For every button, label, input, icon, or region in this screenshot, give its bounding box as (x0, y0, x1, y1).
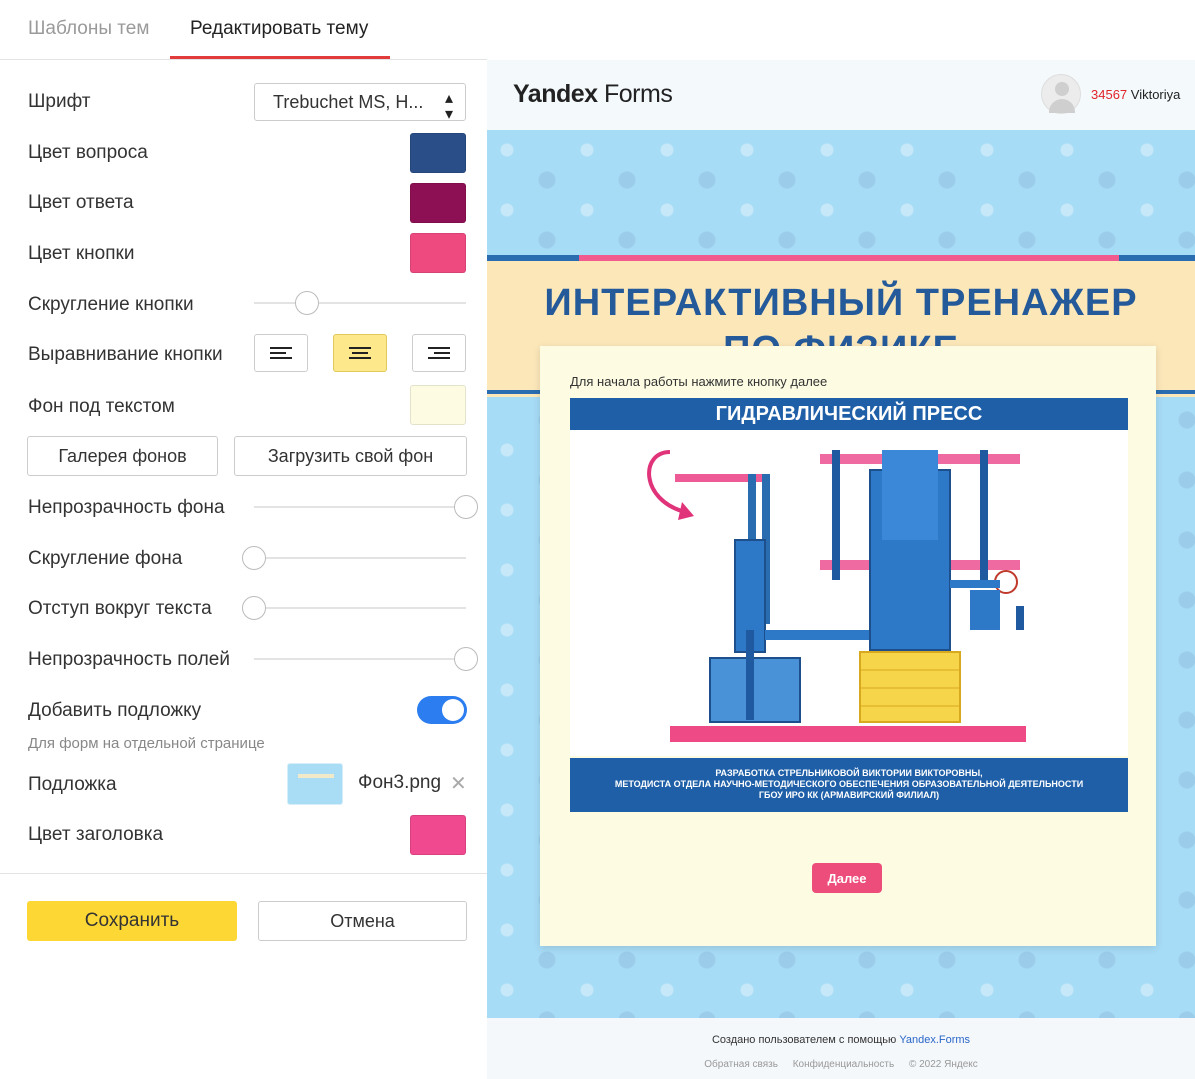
toggle-knob (442, 699, 464, 721)
fields-opacity-slider[interactable] (254, 647, 478, 671)
banner-stripe (487, 255, 1195, 261)
text-bg-label: Фон под текстом (28, 396, 175, 417)
form-preview: Yandex Forms 34567 Viktoriya ИНТЕРАКТИВН… (487, 60, 1195, 1079)
cancel-button[interactable]: Отмена (258, 901, 467, 941)
preview-header: Yandex Forms 34567 Viktoriya (487, 60, 1195, 130)
intro-text: Для начала работы нажмите кнопку далее (570, 374, 828, 389)
answer-color-swatch[interactable] (410, 183, 466, 223)
yandex-forms-link[interactable]: Yandex.Forms (899, 1034, 970, 1046)
next-button[interactable]: Далее (812, 863, 882, 893)
text-padding-label: Отступ вокруг текста (28, 598, 212, 619)
backing-file-label: Подложка (28, 774, 117, 795)
footer-links: Обратная связь Конфиденциальность © 2022… (487, 1059, 1195, 1070)
bg-opacity-label: Непрозрачность фона (28, 497, 225, 518)
backing-hint: Для форм на отдельной странице (28, 735, 265, 752)
text-bg-color-swatch[interactable] (410, 385, 466, 425)
backing-thumbnail[interactable] (287, 763, 343, 805)
align-left-icon (270, 347, 292, 359)
text-padding-slider[interactable] (242, 596, 466, 620)
image-credits: РАЗРАБОТКА СТРЕЛЬНИКОВОЙ ВИКТОРИИ ВИКТОР… (570, 758, 1128, 812)
backing-label: Добавить подложку (28, 700, 202, 721)
slider-knob[interactable] (242, 596, 266, 620)
save-button[interactable]: Сохранить (27, 901, 237, 941)
button-radius-label: Скругление кнопки (28, 294, 194, 315)
bg-radius-slider[interactable] (242, 546, 466, 570)
slider-knob[interactable] (454, 647, 478, 671)
user-name[interactable]: 34567 Viktoriya (1091, 87, 1180, 102)
backing-toggle[interactable] (417, 696, 467, 724)
slider-knob[interactable] (295, 291, 319, 315)
question-color-label: Цвет вопроса (28, 142, 148, 163)
question-color-swatch[interactable] (410, 133, 466, 173)
form-card: Для начала работы нажмите кнопку далее Г… (540, 346, 1156, 946)
button-color-swatch[interactable] (410, 233, 466, 273)
fields-opacity-label: Непрозрачность полей (28, 649, 230, 670)
upload-bg-button[interactable]: Загрузить свой фон (234, 436, 467, 476)
divider (0, 873, 487, 874)
bg-radius-label: Скругление фона (28, 548, 183, 569)
remove-file-icon[interactable]: ✕ (450, 771, 467, 796)
yandex-forms-logo[interactable]: Yandex Forms (513, 80, 673, 109)
slider-knob[interactable] (242, 546, 266, 570)
theme-tabs: Шаблоны тем Редактировать тему (0, 0, 487, 60)
hydraulic-press-illustration (570, 430, 1128, 756)
button-align-label: Выравнивание кнопки (28, 344, 223, 365)
preview-footer: Создано пользователем с помощью Yandex.F… (487, 1018, 1195, 1079)
font-select[interactable]: Trebuchet MS, H... ▴ ▾ (254, 83, 466, 123)
copyright: © 2022 Яндекс (908, 1059, 978, 1070)
header-color-label: Цвет заголовка (28, 824, 164, 845)
font-label: Шрифт (28, 91, 91, 112)
tab-templates[interactable]: Шаблоны тем (28, 18, 149, 40)
slider-knob[interactable] (454, 495, 478, 519)
active-tab-indicator (170, 56, 390, 59)
avatar[interactable] (1041, 74, 1081, 114)
align-left-button[interactable] (254, 334, 308, 372)
button-color-label: Цвет кнопки (28, 243, 135, 264)
image-title: ГИДРАВЛИЧЕСКИЙ ПРЕСС (570, 398, 1128, 430)
answer-color-label: Цвет ответа (28, 192, 134, 213)
align-center-button[interactable] (333, 334, 387, 372)
theme-settings-panel: Шрифт Trebuchet MS, H... ▴ ▾ Цвет вопроса… (0, 60, 487, 1079)
bg-opacity-slider[interactable] (254, 495, 478, 519)
bg-gallery-button[interactable]: Галерея фонов (27, 436, 218, 476)
align-right-button[interactable] (412, 334, 466, 372)
button-radius-slider[interactable] (254, 291, 466, 315)
tab-edit-theme[interactable]: Редактировать тему (190, 18, 368, 40)
align-center-icon (349, 347, 371, 359)
font-select-value: Trebuchet MS, H... (273, 92, 424, 112)
feedback-link[interactable]: Обратная связь (704, 1059, 778, 1070)
header-color-swatch[interactable] (410, 815, 466, 855)
align-right-icon (428, 347, 450, 359)
footer-created-by: Создано пользователем с помощью Yandex.F… (711, 1034, 971, 1046)
privacy-link[interactable]: Конфиденциальность (793, 1059, 894, 1070)
select-arrows-icon: ▴ ▾ (444, 90, 453, 123)
backing-file-name: Фон3.png (358, 772, 442, 793)
